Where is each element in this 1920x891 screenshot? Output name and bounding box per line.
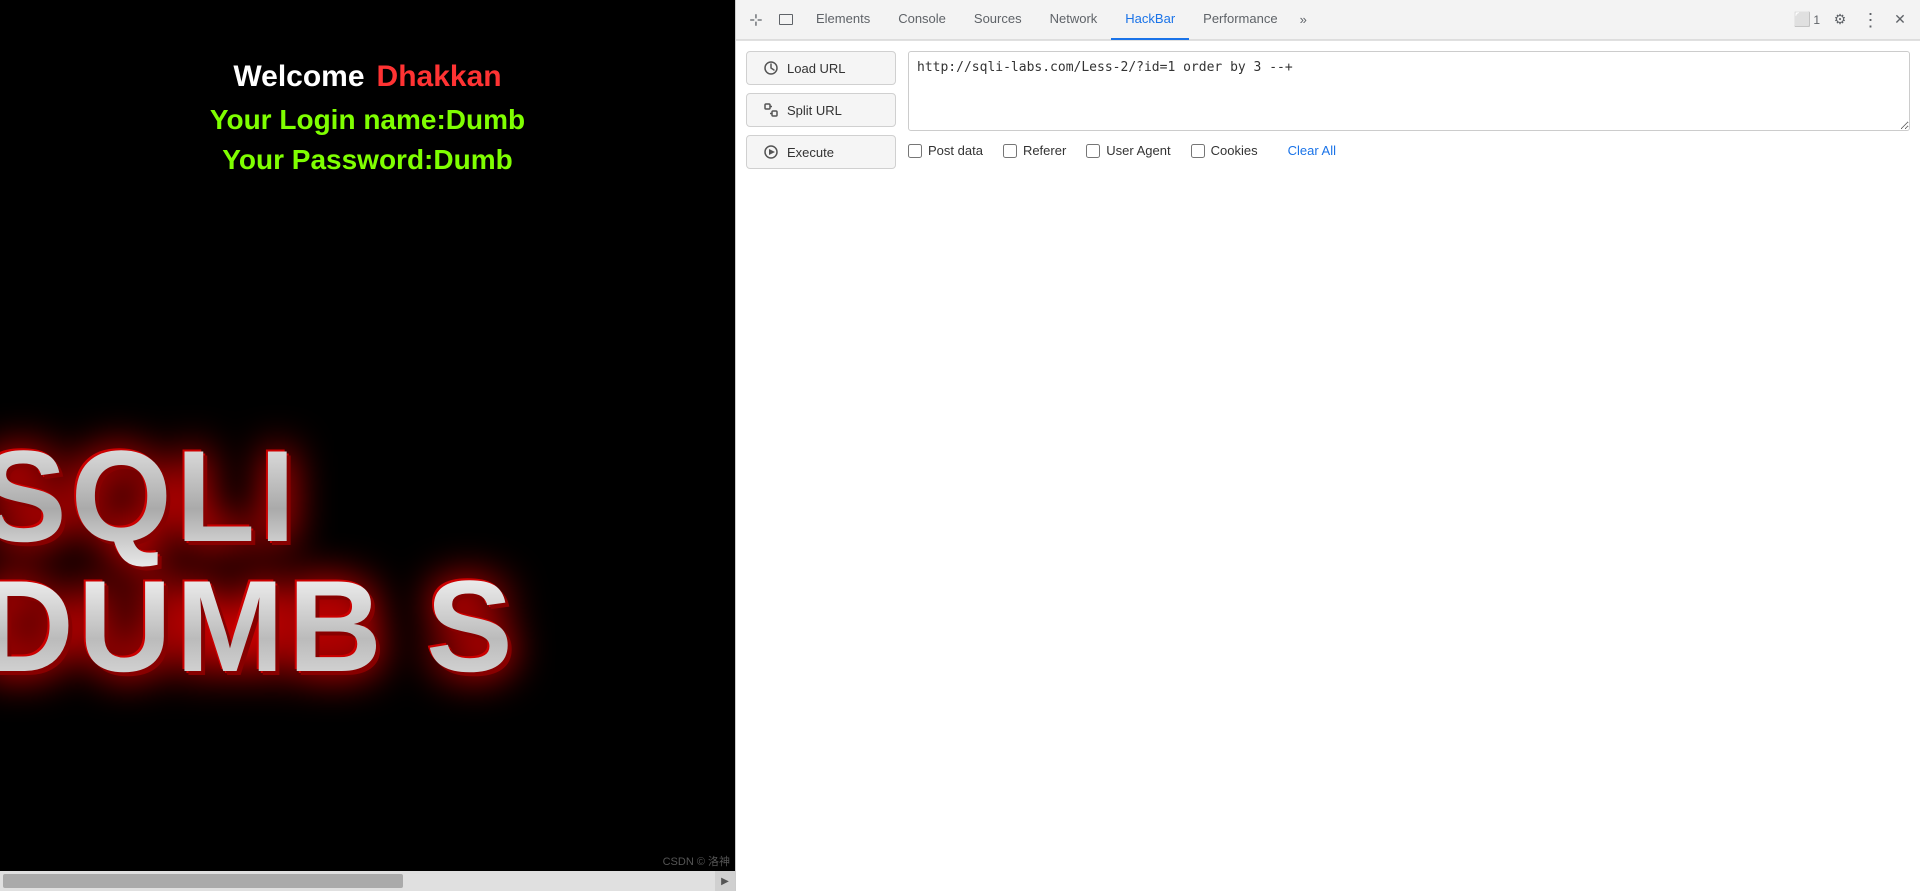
referer-label[interactable]: Referer xyxy=(1023,143,1066,158)
close-icon: ✕ xyxy=(1894,11,1906,28)
device-icon xyxy=(779,14,793,25)
tab-performance[interactable]: Performance xyxy=(1189,0,1291,40)
cookies-option: Cookies xyxy=(1191,143,1258,158)
split-url-button[interactable]: Split URL xyxy=(746,93,896,127)
settings-icon: ⚙ xyxy=(1834,11,1847,28)
tab-hackbar[interactable]: HackBar xyxy=(1111,0,1189,40)
watermark: CSDN © 洛神 xyxy=(663,853,730,869)
tab-elements[interactable]: Elements xyxy=(802,0,884,40)
more-tabs-button[interactable]: » xyxy=(1292,0,1315,40)
cursor-tool-button[interactable]: ⊹ xyxy=(742,6,770,34)
load-url-icon xyxy=(763,60,779,76)
user-name: Dhakkan xyxy=(377,60,502,94)
settings-button[interactable]: ⚙ xyxy=(1826,6,1854,34)
devtools-tabs: Elements Console Sources Network HackBar… xyxy=(802,0,1788,40)
badge-button[interactable]: ⬜ 1 xyxy=(1790,6,1824,34)
device-toggle-button[interactable] xyxy=(772,6,800,34)
clear-all-button[interactable]: Clear All xyxy=(1288,143,1336,158)
more-options-button[interactable]: ⋮ xyxy=(1856,6,1884,34)
password-line: Your Password:Dumb xyxy=(210,144,525,176)
hackbar-content: Load URL Split URL xyxy=(736,41,1920,891)
referer-option: Referer xyxy=(1003,143,1066,158)
close-devtools-button[interactable]: ✕ xyxy=(1886,6,1914,34)
welcome-label: Welcome xyxy=(233,60,364,94)
post-data-label[interactable]: Post data xyxy=(928,143,983,158)
devtools-right-icons: ⬜ 1 ⚙ ⋮ ✕ xyxy=(1790,6,1914,34)
tab-network[interactable]: Network xyxy=(1036,0,1112,40)
hackbar-options: Post data Referer User Agent Cookies Cle… xyxy=(908,139,1910,162)
login-line: Your Login name:Dumb xyxy=(210,104,525,136)
sqli-title: SQLI DUMB S xyxy=(0,431,735,691)
post-data-checkbox[interactable] xyxy=(908,144,922,158)
scroll-right-arrow[interactable]: ▶ xyxy=(715,871,735,891)
cursor-icon: ⊹ xyxy=(749,10,762,30)
devtools-panel: ⊹ Elements Console Sources Network HackB… xyxy=(735,0,1920,891)
badge-count: 1 xyxy=(1813,13,1820,27)
tab-console[interactable]: Console xyxy=(884,0,960,40)
execute-icon xyxy=(763,144,779,160)
load-url-button[interactable]: Load URL xyxy=(746,51,896,85)
vertical-dots-icon: ⋮ xyxy=(1862,11,1879,29)
execute-button[interactable]: Execute xyxy=(746,135,896,169)
horizontal-scrollbar[interactable]: ▶ xyxy=(0,871,735,891)
user-agent-option: User Agent xyxy=(1086,143,1170,158)
split-url-icon xyxy=(763,102,779,118)
scrollbar-thumb[interactable] xyxy=(3,874,403,888)
cookies-label[interactable]: Cookies xyxy=(1211,143,1258,158)
cookies-checkbox[interactable] xyxy=(1191,144,1205,158)
browser-content: Welcome Dhakkan Your Login name:Dumb You… xyxy=(0,0,735,891)
devtools-topbar: ⊹ Elements Console Sources Network HackB… xyxy=(736,0,1920,40)
post-data-option: Post data xyxy=(908,143,983,158)
referer-checkbox[interactable] xyxy=(1003,144,1017,158)
hackbar-buttons: Load URL Split URL xyxy=(746,51,896,881)
user-agent-checkbox[interactable] xyxy=(1086,144,1100,158)
url-input[interactable] xyxy=(908,51,1910,131)
hackbar-url-area: Post data Referer User Agent Cookies Cle… xyxy=(908,51,1910,881)
user-agent-label[interactable]: User Agent xyxy=(1106,143,1170,158)
tab-sources[interactable]: Sources xyxy=(960,0,1036,40)
badge-icon: ⬜ xyxy=(1794,11,1811,28)
